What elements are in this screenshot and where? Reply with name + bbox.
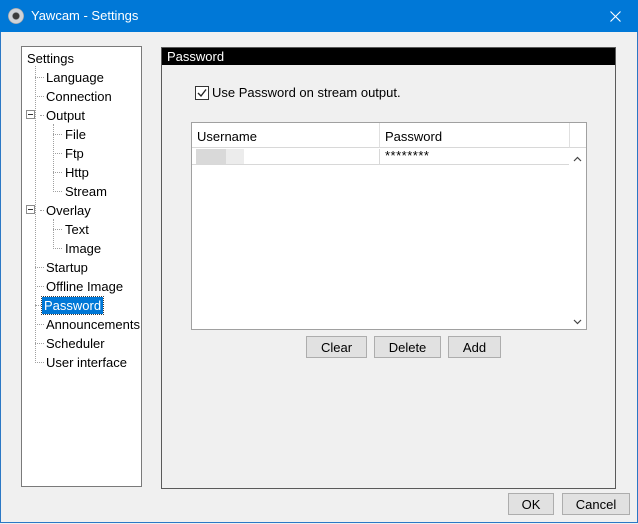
use-password-checkbox[interactable]	[195, 86, 209, 100]
password-panel: Password Use Password on stream output. …	[161, 47, 616, 489]
settings-tree[interactable]: Settings Language Connection Output File…	[21, 46, 142, 487]
tree-item-connection[interactable]: Connection	[44, 88, 114, 105]
title-bar: Yawcam - Settings	[0, 0, 638, 32]
close-button[interactable]	[592, 0, 638, 32]
tree-item-stream[interactable]: Stream	[63, 183, 109, 200]
tree-item-offline-image[interactable]: Offline Image	[44, 278, 125, 295]
table-row[interactable]: ********	[192, 149, 570, 165]
collapse-overlay-icon[interactable]	[26, 205, 35, 214]
window-title: Yawcam - Settings	[31, 8, 139, 23]
column-header-username[interactable]: Username	[192, 123, 380, 148]
use-password-label[interactable]: Use Password on stream output.	[212, 85, 401, 100]
tree-item-output[interactable]: Output	[44, 107, 87, 124]
tree-item-text[interactable]: Text	[63, 221, 91, 238]
header-filler	[570, 123, 586, 148]
checkmark-icon	[197, 89, 207, 98]
tree-item-startup[interactable]: Startup	[44, 259, 90, 276]
password-cell[interactable]: ********	[380, 149, 570, 164]
tree-item-file[interactable]: File	[63, 126, 88, 143]
column-header-password[interactable]: Password	[380, 123, 570, 148]
delete-button[interactable]: Delete	[374, 336, 441, 358]
tree-item-http[interactable]: Http	[63, 164, 91, 181]
redacted-username	[196, 149, 244, 164]
tree-item-image[interactable]: Image	[63, 240, 103, 257]
collapse-output-icon[interactable]	[26, 110, 35, 119]
table-scrollbar[interactable]	[569, 149, 586, 328]
tree-item-settings[interactable]: Settings	[25, 50, 76, 67]
tree-item-scheduler[interactable]: Scheduler	[44, 335, 107, 352]
close-icon	[609, 10, 621, 22]
scroll-up-icon[interactable]	[573, 155, 582, 164]
scroll-down-icon[interactable]	[573, 317, 582, 326]
tree-item-ftp[interactable]: Ftp	[63, 145, 86, 162]
add-button[interactable]: Add	[448, 336, 501, 358]
tree-item-password[interactable]: Password	[40, 296, 105, 315]
tree-item-announcements[interactable]: Announcements	[44, 316, 141, 333]
user-table[interactable]: Username Password ********	[191, 122, 587, 330]
cancel-button[interactable]: Cancel	[562, 493, 630, 515]
clear-button[interactable]: Clear	[306, 336, 367, 358]
tree-item-overlay[interactable]: Overlay	[44, 202, 93, 219]
ok-button[interactable]: OK	[508, 493, 554, 515]
tree-item-user-interface[interactable]: User interface	[44, 354, 129, 371]
username-cell[interactable]	[192, 149, 380, 164]
panel-header: Password	[162, 48, 615, 65]
tree-item-language[interactable]: Language	[44, 69, 106, 86]
webcam-icon	[8, 8, 24, 24]
